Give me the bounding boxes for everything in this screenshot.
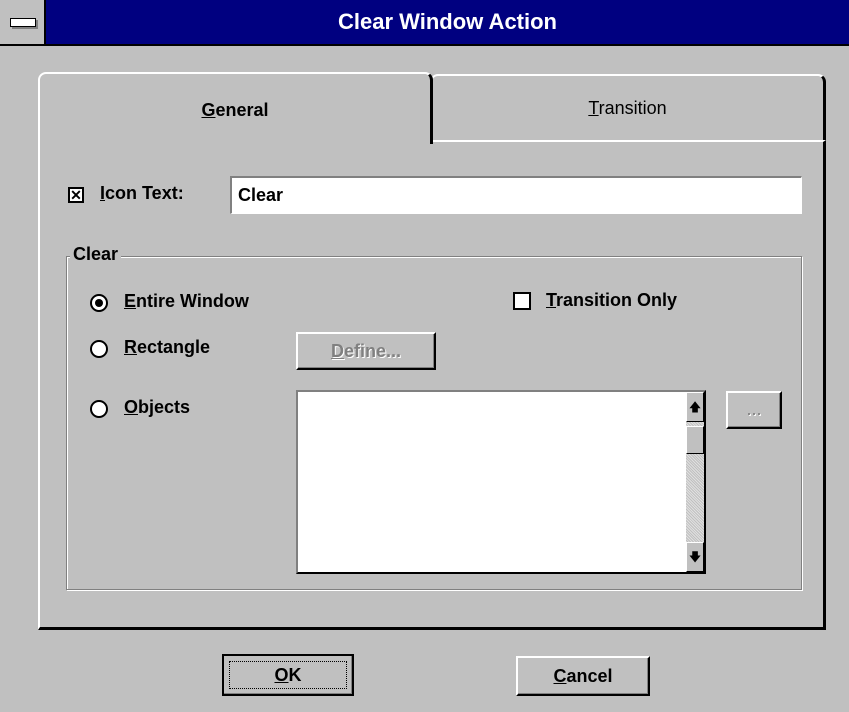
system-menu-button[interactable]	[0, 0, 46, 44]
objects-scrollbar[interactable]: 🡅 🡇	[686, 392, 704, 572]
tab-transition[interactable]: Transition	[430, 74, 826, 140]
define-button[interactable]: Define...	[296, 332, 436, 370]
transition-only-label: Transition Only	[546, 290, 678, 310]
window-title: Clear Window Action	[338, 9, 557, 34]
tab-general-mnemonic: G	[201, 100, 216, 120]
cancel-button[interactable]: Cancel	[516, 656, 650, 696]
entire-window-label: Entire Window	[124, 291, 249, 311]
objects-radio[interactable]	[90, 400, 108, 418]
scrollbar-thumb[interactable]	[686, 426, 704, 454]
browse-objects-button[interactable]: ...	[726, 391, 782, 429]
icon-text-input[interactable]: Clear	[230, 176, 802, 214]
radio-selected-dot	[95, 299, 103, 307]
objects-listbox[interactable]	[296, 390, 706, 574]
title-bar: Clear Window Action	[0, 0, 849, 46]
objects-label: Objects	[124, 397, 191, 417]
rectangle-label: Rectangle	[124, 337, 211, 357]
transition-only-checkbox[interactable]	[513, 292, 531, 310]
tab-transition-label: ransition	[598, 98, 667, 118]
tab-transition-mnemonic: T	[588, 98, 599, 118]
tab-general-label: eneral	[215, 100, 269, 120]
dialog-window: Clear Window Action General Transition ✕…	[0, 0, 849, 712]
ok-button[interactable]: OK	[222, 654, 354, 696]
icon-text-label: Icon Text:	[100, 183, 184, 203]
arrow-down-icon[interactable]: 🡇	[686, 542, 704, 572]
entire-window-radio[interactable]	[90, 294, 108, 312]
icon-text-checkbox[interactable]: ✕	[68, 187, 84, 203]
tab-general[interactable]: General	[38, 72, 433, 144]
rectangle-radio[interactable]	[90, 340, 108, 358]
arrow-up-icon[interactable]: 🡅	[686, 392, 704, 422]
system-menu-icon	[10, 18, 36, 27]
clear-group-title: Clear	[70, 244, 122, 265]
